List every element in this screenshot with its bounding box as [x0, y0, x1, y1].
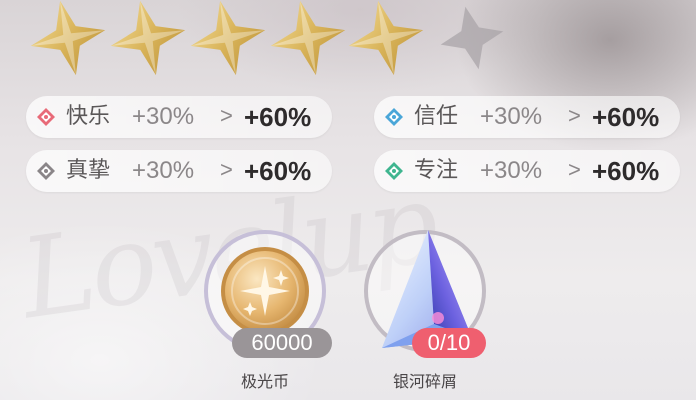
star-rating	[28, 0, 528, 78]
chevron-right-icon: >	[220, 157, 233, 182]
diamond-gray-icon	[36, 161, 56, 181]
diamond-green-icon	[384, 161, 404, 181]
stat-row-trust: 信任 +30% > +60%	[374, 96, 680, 138]
item-aurora-coin[interactable]: 60000 极光币	[200, 226, 332, 396]
stat-row-sincerity: 真挚 +30% > +60%	[26, 150, 332, 192]
item-galaxy-shard[interactable]: 0/10 银河碎屑	[360, 226, 490, 396]
stat-row-focus: 专注 +30% > +60%	[374, 150, 680, 192]
stat-next-value: +60%	[592, 102, 660, 132]
stat-row-happiness: 快乐 +30% > +60%	[26, 96, 332, 138]
stat-name: 快乐	[66, 104, 111, 129]
star-empty-icon	[432, 0, 512, 78]
item-count-badge: 0/10	[412, 328, 486, 358]
chevron-right-icon: >	[568, 103, 581, 128]
stat-name: 真挚	[66, 158, 111, 183]
star-filled-icon	[108, 0, 188, 78]
item-name: 极光币	[240, 372, 289, 391]
item-name: 银河碎屑	[392, 372, 457, 391]
stat-name: 信任	[414, 104, 459, 129]
stat-current-value: +30%	[132, 103, 195, 130]
chevron-right-icon: >	[220, 103, 233, 128]
stat-next-value: +60%	[244, 102, 312, 132]
stat-current-value: +30%	[480, 103, 543, 130]
star-filled-icon	[346, 0, 426, 78]
star-filled-icon	[268, 0, 348, 78]
gold-coin-icon	[214, 240, 316, 342]
star-filled-icon	[188, 0, 268, 78]
stat-current-value: +30%	[132, 157, 195, 184]
item-count-badge: 60000	[232, 328, 332, 358]
stat-next-value: +60%	[592, 156, 660, 186]
diamond-red-icon	[36, 107, 56, 127]
stat-current-value: +30%	[480, 157, 543, 184]
stat-next-value: +60%	[244, 156, 312, 186]
stat-name: 专注	[414, 158, 459, 183]
chevron-right-icon: >	[568, 157, 581, 182]
star-filled-icon	[28, 0, 108, 78]
diamond-blue-icon	[384, 107, 404, 127]
